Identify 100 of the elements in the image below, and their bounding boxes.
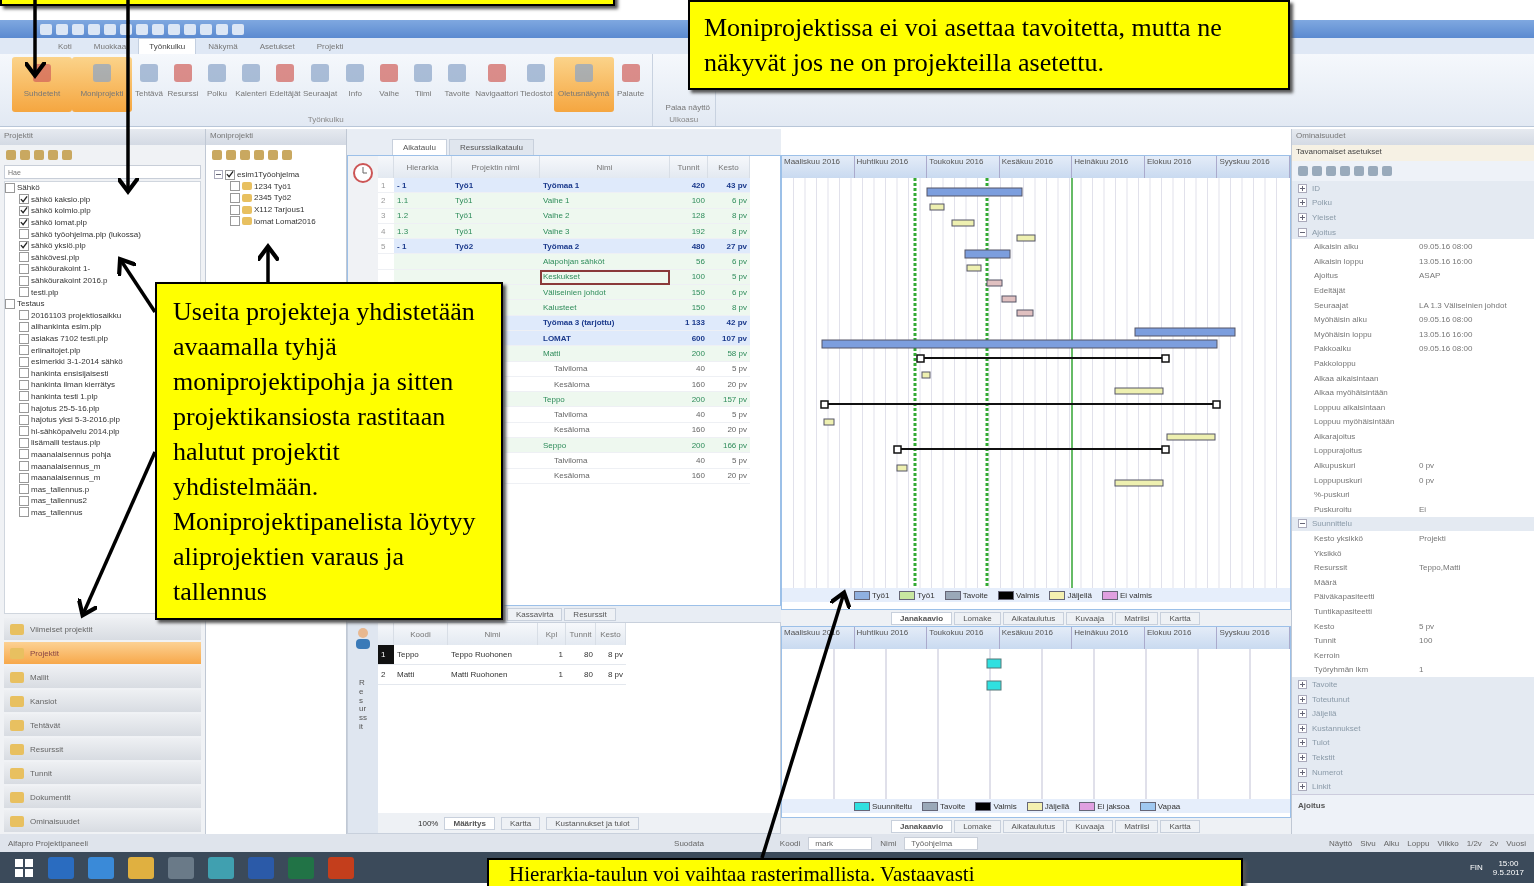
property-group[interactable]: Suunnittelu <box>1312 519 1353 529</box>
task-bar[interactable] <box>823 418 835 426</box>
checkbox[interactable] <box>19 263 29 274</box>
ribbon-button[interactable]: Navigaattori <box>474 57 519 112</box>
view-tab[interactable]: Kuvaaja <box>1066 819 1114 833</box>
view-tab[interactable]: Resurssiaikataulu <box>448 139 535 155</box>
view-tab[interactable]: Kuvaaja <box>1066 611 1114 625</box>
ribbon-button[interactable]: Suhdeteht <box>12 57 72 112</box>
expander-icon[interactable] <box>1298 694 1307 704</box>
tree-item[interactable]: sähköurakoint 2016.p <box>31 276 108 286</box>
checkbox[interactable] <box>19 472 29 483</box>
property-group[interactable]: Tekstit <box>1312 752 1335 762</box>
checkbox[interactable] <box>19 495 29 506</box>
property-group[interactable]: Tulot <box>1312 738 1330 748</box>
nav-button[interactable]: Resurssit <box>4 738 201 760</box>
checkbox[interactable] <box>225 169 235 180</box>
tree-item[interactable]: sähkö kolmio.plp <box>31 206 91 216</box>
tree-item[interactable]: hajotus 25-5-16.plp <box>31 403 100 413</box>
checkbox[interactable] <box>19 507 29 518</box>
column-header[interactable]: Kesto <box>596 623 626 645</box>
column-header[interactable]: Projektin nimi <box>452 156 540 178</box>
tree-item[interactable]: Työ1 <box>273 181 292 191</box>
taskbar-icon[interactable] <box>208 856 234 879</box>
view-tab[interactable]: Aikataulutus <box>1002 611 1065 625</box>
property-value[interactable]: ASAP <box>1419 271 1441 281</box>
status-button[interactable]: Vuosi <box>1506 838 1526 848</box>
toolbar-icon[interactable] <box>120 23 132 35</box>
view-tab[interactable]: Määritys <box>444 816 495 830</box>
property-group[interactable]: Linkit <box>1312 782 1331 792</box>
checkbox[interactable] <box>19 449 29 460</box>
span-line[interactable] <box>916 354 1170 363</box>
task-bar[interactable] <box>986 279 1003 287</box>
taskbar-icon[interactable] <box>88 856 114 879</box>
ribbon-button[interactable]: Moniprojekti <box>72 57 132 112</box>
checkbox[interactable] <box>230 216 240 227</box>
task-bar[interactable] <box>1001 295 1017 303</box>
column-header[interactable]: Tunnit <box>566 623 596 645</box>
task-bar[interactable] <box>1016 309 1034 317</box>
nav-button[interactable]: Tunnit <box>4 762 201 784</box>
span-line[interactable] <box>820 400 1221 409</box>
ribbon-button[interactable]: Palaute <box>613 57 648 112</box>
tree-item[interactable]: erlinaitojet.plp <box>31 345 81 355</box>
view-tab[interactable]: Aikataulu <box>392 139 447 155</box>
expander-icon[interactable] <box>1298 752 1307 762</box>
ribbon-button[interactable]: Info <box>338 57 373 112</box>
property-group[interactable]: Yleiset <box>1312 213 1336 222</box>
nav-button[interactable]: Kansiot <box>4 690 201 712</box>
nav-button[interactable]: Viimeiset projektit <box>4 618 201 640</box>
task-bar[interactable] <box>966 264 982 272</box>
nav-button[interactable]: Mallit <box>4 666 201 688</box>
property-value[interactable]: 13.05.16 16:00 <box>1419 256 1473 266</box>
tree-item[interactable]: esimerkki 3-1-2014 sähkö <box>31 357 123 367</box>
property-value[interactable]: 0 pv <box>1419 461 1435 471</box>
ribbon-button[interactable]: Tehtävä <box>132 57 166 112</box>
checkbox[interactable] <box>230 204 240 215</box>
checkbox[interactable] <box>230 193 240 203</box>
property-value[interactable]: 09.05.16 08:00 <box>1419 242 1473 252</box>
ribbon-button[interactable]: Vaihe <box>372 57 407 112</box>
expander-icon[interactable] <box>1298 519 1307 529</box>
tree-item[interactable]: sähkö työohjelma.plp (lukossa) <box>31 229 141 239</box>
tree-item[interactable]: Tarjous1 <box>274 205 305 215</box>
ribbon-tab[interactable]: Projekti <box>306 38 354 54</box>
tree-item[interactable]: Lomat2016 <box>275 216 316 226</box>
expander-icon[interactable] <box>1298 709 1307 719</box>
status-button[interactable]: Alku <box>1383 838 1400 848</box>
checkbox[interactable] <box>19 379 29 390</box>
ribbon-button[interactable]: Seuraajat <box>302 57 339 112</box>
tree-folder[interactable]: Testaus <box>17 299 45 309</box>
ribbon-tab[interactable]: Koti <box>48 38 82 54</box>
nav-button[interactable]: Ominaisuudet <box>4 810 201 832</box>
checkbox[interactable] <box>19 287 29 298</box>
ribbon-button[interactable]: Tiedostot <box>518 57 554 112</box>
task-bar[interactable] <box>1114 387 1164 395</box>
tree-item[interactable]: maanalaisennus_m <box>31 473 101 483</box>
ribbon-button[interactable]: Tiimi <box>406 57 441 112</box>
view-tab[interactable]: Aikataulutus <box>1002 819 1065 833</box>
checkbox[interactable] <box>5 182 15 193</box>
property-value[interactable]: 0 pv <box>1419 475 1435 485</box>
allocation-bar[interactable] <box>986 680 1002 691</box>
column-header[interactable]: Koodi <box>394 623 448 645</box>
clock-time[interactable]: 15:00 <box>1498 858 1519 868</box>
expander-icon[interactable] <box>214 170 223 180</box>
expander-icon[interactable] <box>1298 198 1307 208</box>
view-tab[interactable]: Matriisi <box>1115 819 1159 833</box>
allocation-bar[interactable] <box>986 658 1002 669</box>
property-value[interactable]: LA 1.3 Väliseinien johdot <box>1419 300 1507 310</box>
checkbox[interactable] <box>19 356 29 367</box>
ribbon-button[interactable]: Resurssi <box>166 57 200 112</box>
task-bar[interactable] <box>1016 234 1036 242</box>
ribbon-button[interactable]: Tavoite <box>440 57 475 112</box>
checkbox[interactable] <box>19 240 29 251</box>
status-button[interactable]: 2v <box>1489 838 1499 848</box>
tree-item[interactable]: sähkövesi.plp <box>31 252 80 262</box>
task-bar[interactable] <box>1166 433 1216 441</box>
property-value[interactable]: 100 <box>1419 636 1433 646</box>
tree-item[interactable]: mas_tallennus2 <box>31 496 88 506</box>
checkbox[interactable] <box>230 181 240 192</box>
column-header[interactable]: Nimi <box>540 156 670 178</box>
column-header[interactable]: Hierarkia <box>394 156 452 178</box>
status-button[interactable]: Loppu <box>1407 838 1430 848</box>
